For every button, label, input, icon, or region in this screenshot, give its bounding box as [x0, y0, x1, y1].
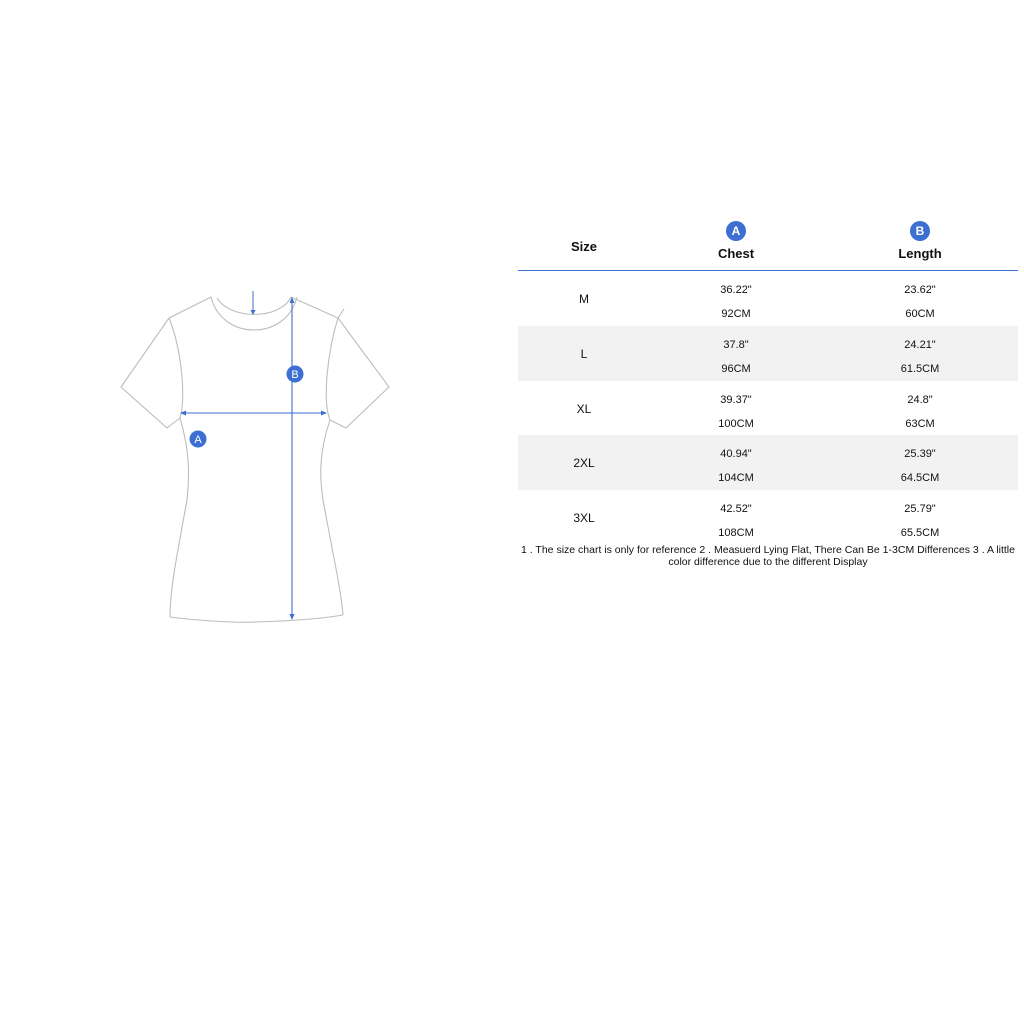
chest-cm: 104CM — [718, 472, 754, 485]
table-row: 3XL 42.52" 108CM 25.79" 65.5CM — [518, 490, 1018, 545]
header-chest-label: Chest — [717, 246, 755, 261]
size-cell: M — [518, 271, 650, 326]
chest-cm: 108CM — [718, 527, 754, 540]
length-inches: 23.62" — [904, 284, 936, 296]
length-inches: 25.39" — [904, 448, 936, 461]
size-value: 3XL — [573, 511, 595, 526]
table-body: M 36.22" 92CM 23.62" 60CM L 37.8" 96CM 2… — [518, 271, 1018, 545]
chest-cell: 42.52" 108CM — [650, 490, 822, 545]
header-length-label: Length — [898, 246, 942, 261]
size-value: 2XL — [573, 456, 595, 471]
table-row: M 36.22" 92CM 23.62" 60CM — [518, 271, 1018, 326]
tshirt-outline — [120, 296, 390, 623]
chest-cm: 96CM — [721, 362, 751, 375]
length-cm: 61.5CM — [900, 362, 940, 375]
chest-marker-badge: A — [189, 430, 207, 448]
length-inches: 25.79" — [904, 503, 936, 516]
chest-inches: 42.52" — [720, 503, 752, 516]
size-value: M — [579, 292, 589, 306]
size-cell: L — [518, 326, 650, 381]
length-measure-line — [289, 297, 295, 620]
header-size-label: Size — [570, 239, 597, 254]
length-badge-icon: B — [910, 221, 930, 241]
length-cm: 64.5CM — [900, 472, 940, 485]
length-marker-badge: B — [286, 365, 304, 383]
size-cell: 2XL — [518, 435, 650, 490]
length-marker-letter: B — [291, 369, 298, 381]
table-row: XL 39.37" 100CM 24.8" 63CM — [518, 381, 1018, 436]
length-cm: 63CM — [905, 417, 935, 430]
chest-cm: 92CM — [721, 308, 751, 320]
length-cm: 60CM — [905, 308, 935, 320]
size-value: L — [580, 346, 588, 361]
size-cell: XL — [518, 381, 650, 436]
chest-cell: 36.22" 92CM — [650, 271, 822, 326]
length-cell: 23.62" 60CM — [822, 271, 1018, 326]
length-cm: 65.5CM — [900, 527, 940, 540]
size-table: Size A Chest B Length M 36.22" 92CM 23.6… — [518, 218, 1018, 545]
length-cell: 24.21" 61.5CM — [822, 326, 1018, 381]
length-inches: 24.8" — [907, 393, 933, 406]
table-row: L 37.8" 96CM 24.21" 61.5CM — [518, 325, 1018, 381]
collar-marker — [250, 291, 256, 315]
size-value: XL — [576, 401, 592, 416]
chest-cm: 100CM — [718, 417, 754, 430]
header-length: B Length — [822, 218, 1018, 270]
tshirt-diagram: A B — [120, 291, 390, 623]
table-row: 2XL 40.94" 104CM 25.39" 64.5CM — [518, 435, 1018, 491]
length-cell: 25.39" 64.5CM — [822, 435, 1018, 490]
size-notes: 1 . The size chart is only for reference… — [521, 544, 1015, 568]
chest-inches: 39.37" — [720, 393, 752, 406]
table-header: Size A Chest B Length — [518, 218, 1018, 271]
chest-badge-icon: A — [726, 221, 746, 241]
length-inches: 24.21" — [904, 338, 936, 351]
chest-cell: 40.94" 104CM — [650, 435, 822, 490]
size-cell: 3XL — [518, 490, 650, 545]
chest-marker-letter: A — [194, 434, 202, 446]
chest-inches: 37.8" — [723, 338, 749, 351]
chest-cell: 37.8" 96CM — [650, 326, 822, 381]
chest-inches: 40.94" — [720, 448, 752, 461]
chest-measure-line — [180, 410, 327, 416]
chest-cell: 39.37" 100CM — [650, 381, 822, 436]
header-size: Size — [518, 218, 650, 270]
chest-inches: 36.22" — [720, 284, 752, 296]
length-cell: 24.8" 63CM — [822, 381, 1018, 436]
length-cell: 25.79" 65.5CM — [822, 490, 1018, 545]
header-chest: A Chest — [650, 218, 822, 270]
